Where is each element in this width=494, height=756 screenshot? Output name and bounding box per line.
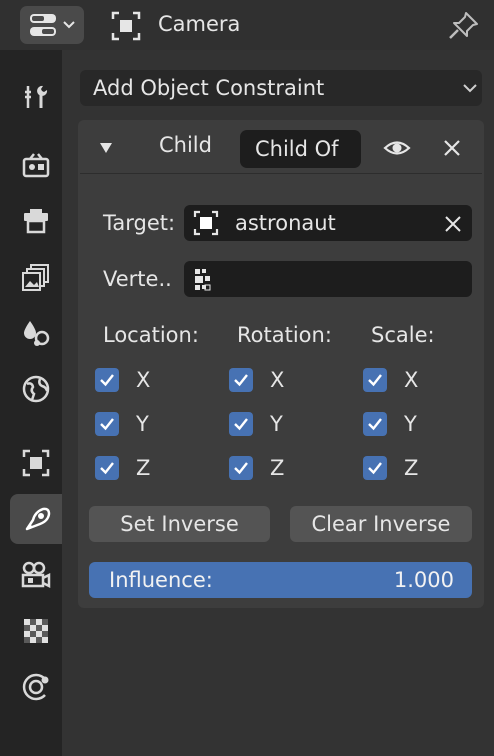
scale-x-checkbox[interactable] [363, 368, 387, 392]
checkmark-icon [234, 418, 248, 431]
scale-y-label: Y [404, 412, 417, 436]
checkmark-icon [234, 462, 248, 475]
clear-target-icon[interactable] [444, 215, 462, 233]
collapse-triangle-icon[interactable] [98, 141, 114, 155]
location-y-checkbox[interactable] [95, 412, 119, 436]
tab-object-data[interactable] [10, 550, 62, 600]
pin-icon[interactable] [446, 10, 480, 42]
rotation-x-label: X [270, 368, 285, 392]
rotation-z-checkbox[interactable] [229, 456, 253, 480]
object-icon [22, 449, 50, 477]
checkmark-icon [368, 462, 382, 475]
object-type-icon [110, 10, 142, 42]
object-type-icon [193, 210, 219, 236]
checkmark-icon [234, 374, 248, 387]
location-x-label: X [136, 368, 151, 392]
tool-icon [25, 85, 48, 108]
tab-output[interactable] [10, 196, 62, 246]
tab-view-layer[interactable] [10, 252, 62, 302]
view-layer-icon [22, 264, 49, 291]
influence-value: 1.000 [393, 568, 454, 592]
eye-icon[interactable] [383, 136, 411, 160]
add-object-constraint-label: Add Object Constraint [93, 76, 325, 100]
clear-inverse-label: Clear Inverse [311, 511, 451, 536]
texture-icon [24, 619, 48, 643]
rotation-z-label: Z [270, 456, 285, 480]
vertex-group-icon [195, 269, 211, 291]
tab-world[interactable] [10, 364, 62, 414]
clear-inverse-button[interactable]: Clear Inverse [290, 506, 472, 542]
rotation-label: Rotation: [237, 323, 332, 347]
constraint-name[interactable]: Child [159, 135, 212, 156]
scale-z-label: Z [404, 456, 419, 480]
constraint-panel-header: Child Child Of [80, 122, 482, 174]
tab-object[interactable] [10, 438, 62, 488]
object-name: Camera [158, 12, 241, 36]
influence-label: Influence: [109, 568, 213, 592]
target-value: astronaut [235, 211, 336, 235]
checkmark-icon [368, 418, 382, 431]
location-z-checkbox[interactable] [95, 456, 119, 480]
rotation-y-label: Y [270, 412, 283, 436]
checkmark-icon [368, 374, 382, 387]
scene-icon [24, 321, 50, 346]
world-icon [22, 375, 50, 403]
scale-label: Scale: [371, 323, 435, 347]
scale-z-checkbox[interactable] [363, 456, 387, 480]
tab-scene[interactable] [10, 308, 62, 358]
rotation-y-checkbox[interactable] [229, 412, 253, 436]
tab-constraints[interactable] [10, 494, 64, 544]
location-x-checkbox[interactable] [95, 368, 119, 392]
constraint-type-label: Child Of [255, 137, 339, 161]
set-inverse-label: Set Inverse [120, 511, 239, 536]
output-icon [24, 209, 48, 234]
vertex-group-field[interactable] [184, 261, 472, 297]
set-inverse-button[interactable]: Set Inverse [89, 506, 270, 542]
constraint-type-field[interactable]: Child Of [240, 130, 361, 168]
location-z-label: Z [136, 456, 151, 480]
scale-x-label: X [404, 368, 419, 392]
checkmark-icon [100, 418, 114, 431]
tab-tool[interactable] [10, 72, 62, 122]
tab-physics[interactable] [10, 662, 62, 712]
rotation-x-checkbox[interactable] [229, 368, 253, 392]
editor-type-button[interactable] [20, 6, 84, 44]
render-icon [22, 153, 50, 178]
location-label: Location: [103, 323, 199, 347]
add-object-constraint-dropdown[interactable]: Add Object Constraint [80, 70, 482, 106]
vertex-group-label: Verte.. [103, 267, 172, 291]
scale-y-checkbox[interactable] [363, 412, 387, 436]
close-icon[interactable] [442, 138, 462, 158]
tab-render[interactable] [10, 140, 62, 190]
physics-icon [22, 673, 49, 701]
target-field[interactable]: astronaut [184, 205, 472, 241]
location-y-label: Y [136, 412, 149, 436]
chevron-down-icon [463, 84, 477, 93]
tab-texture[interactable] [10, 606, 62, 656]
constraint-icon [25, 507, 51, 531]
editor-type-icon [30, 14, 75, 36]
checkmark-icon [100, 462, 114, 475]
checkmark-icon [100, 374, 114, 387]
target-label: Target: [103, 211, 176, 235]
influence-slider[interactable]: Influence: 1.000 [89, 562, 472, 598]
camera-data-icon [21, 561, 51, 589]
